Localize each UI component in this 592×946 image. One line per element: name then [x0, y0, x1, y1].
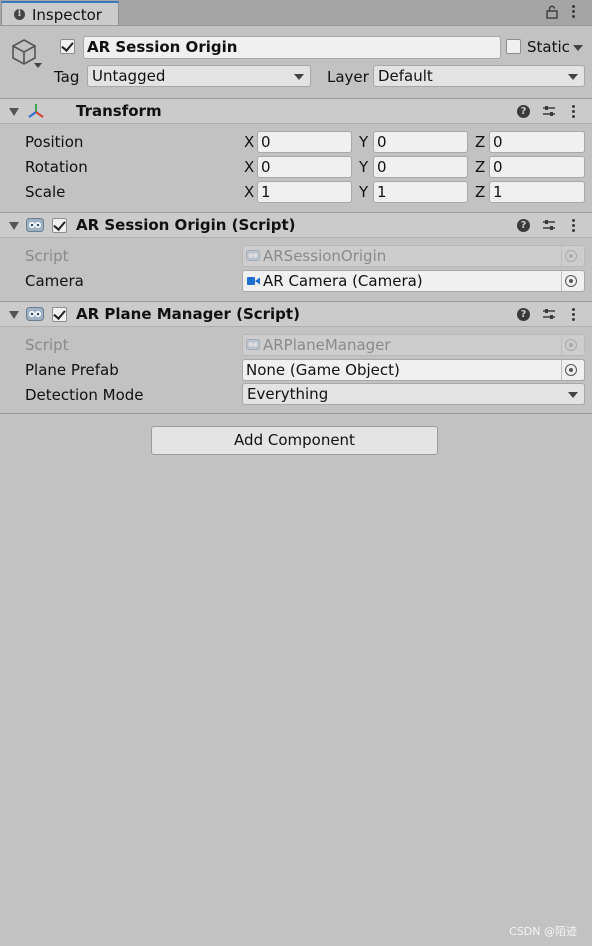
object-picker-button [561, 246, 584, 266]
foldout-arrow-icon[interactable] [9, 311, 19, 319]
script-field: ARPlaneManager [242, 334, 585, 356]
help-icon[interactable]: ? [517, 308, 530, 321]
component-enabled-checkbox[interactable] [52, 218, 67, 233]
position-x-field[interactable]: 0 [257, 131, 352, 153]
camera-value: AR Camera (Camera) [263, 272, 423, 290]
axis-y-label[interactable]: Y [359, 183, 368, 201]
position-z-field[interactable]: 0 [489, 131, 585, 153]
foldout-arrow-icon[interactable] [9, 222, 19, 230]
plane-prefab-value: None (Game Object) [246, 361, 400, 379]
object-name-field[interactable]: AR Session Origin [83, 36, 501, 59]
layer-label: Layer [327, 68, 369, 86]
tag-dropdown[interactable]: Untagged [87, 65, 311, 87]
presets-icon[interactable] [542, 105, 556, 117]
chevron-down-icon [568, 392, 578, 398]
help-icon[interactable]: ? [517, 219, 530, 232]
ar-plane-manager-title: AR Plane Manager (Script) [76, 305, 300, 323]
camera-field[interactable]: AR Camera (Camera) [242, 270, 585, 292]
chevron-down-icon [294, 74, 304, 80]
position-y-field[interactable]: 0 [373, 131, 468, 153]
layer-dropdown[interactable]: Default [373, 65, 585, 87]
script-field: ARSessionOrigin [242, 245, 585, 267]
tab-inspector[interactable]: i Inspector [1, 1, 119, 25]
object-picker-button [561, 335, 584, 355]
ar-session-origin-title: AR Session Origin (Script) [76, 216, 296, 234]
scale-x-field[interactable]: 1 [257, 181, 352, 203]
scale-y-field[interactable]: 1 [373, 181, 468, 203]
static-dropdown-icon[interactable] [573, 45, 583, 51]
axis-y-label[interactable]: Y [359, 158, 368, 176]
ar-session-origin-header[interactable]: AR Session Origin (Script) ? [0, 212, 592, 238]
position-label: Position [25, 133, 84, 151]
presets-icon[interactable] [542, 219, 556, 231]
camera-label: Camera [25, 272, 84, 290]
icon-dropdown-icon[interactable] [34, 63, 42, 68]
script-icon [26, 307, 44, 321]
scale-label: Scale [25, 183, 66, 201]
script-icon [26, 218, 44, 232]
axis-x-label[interactable]: X [244, 133, 254, 151]
ar-plane-manager-header[interactable]: AR Plane Manager (Script) ? [0, 301, 592, 327]
axis-z-label[interactable]: Z [475, 158, 485, 176]
tab-bar: i Inspector [0, 0, 592, 26]
kebab-menu-icon[interactable] [572, 5, 576, 20]
axis-x-label[interactable]: X [244, 158, 254, 176]
detection-mode-dropdown[interactable]: Everything [242, 383, 585, 405]
tag-label: Tag [54, 68, 80, 86]
kebab-menu-icon[interactable] [572, 105, 576, 120]
rotation-x-field[interactable]: 0 [257, 156, 352, 178]
script-value: ARSessionOrigin [263, 247, 387, 265]
object-picker-icon [565, 339, 577, 351]
foldout-arrow-icon[interactable] [9, 108, 19, 116]
plane-prefab-field[interactable]: None (Game Object) [242, 359, 585, 381]
add-component-button[interactable]: Add Component [151, 426, 438, 455]
chevron-down-icon [568, 74, 578, 80]
script-icon [246, 250, 260, 261]
object-picker-button[interactable] [561, 360, 584, 380]
rotation-z-field[interactable]: 0 [489, 156, 585, 178]
detection-mode-value: Everything [247, 385, 329, 403]
rotation-y-field[interactable]: 0 [373, 156, 468, 178]
static-checkbox[interactable] [506, 39, 521, 54]
axis-x-label[interactable]: X [244, 183, 254, 201]
transform-header[interactable]: Transform ? [0, 98, 592, 124]
camera-icon [247, 277, 260, 285]
help-icon[interactable]: ? [517, 105, 530, 118]
script-icon [246, 339, 260, 350]
scale-z-field[interactable]: 1 [489, 181, 585, 203]
object-picker-button[interactable] [561, 271, 584, 291]
divider [0, 413, 592, 414]
watermark: CSDN @陌迹 [509, 925, 577, 938]
plane-prefab-label: Plane Prefab [25, 361, 119, 379]
axis-y-label[interactable]: Y [359, 133, 368, 151]
static-label[interactable]: Static [527, 38, 570, 56]
tab-label: Inspector [32, 6, 102, 24]
layer-value: Default [378, 67, 433, 85]
active-checkbox[interactable] [60, 39, 75, 54]
presets-icon[interactable] [542, 308, 556, 320]
transform-title: Transform [76, 102, 162, 120]
detection-mode-label: Detection Mode [25, 386, 144, 404]
object-picker-icon [565, 250, 577, 262]
kebab-menu-icon[interactable] [572, 219, 576, 234]
transform-axes-icon [28, 104, 44, 118]
lock-icon[interactable] [546, 5, 558, 19]
script-label: Script [25, 336, 69, 354]
kebab-menu-icon[interactable] [572, 308, 576, 323]
script-label: Script [25, 247, 69, 265]
tag-value: Untagged [92, 67, 166, 85]
rotation-label: Rotation [25, 158, 88, 176]
axis-z-label[interactable]: Z [475, 183, 485, 201]
axis-z-label[interactable]: Z [475, 133, 485, 151]
component-enabled-checkbox[interactable] [52, 307, 67, 322]
info-icon: i [14, 9, 25, 20]
script-value: ARPlaneManager [263, 336, 391, 354]
object-picker-icon [565, 364, 577, 376]
object-picker-icon [565, 275, 577, 287]
